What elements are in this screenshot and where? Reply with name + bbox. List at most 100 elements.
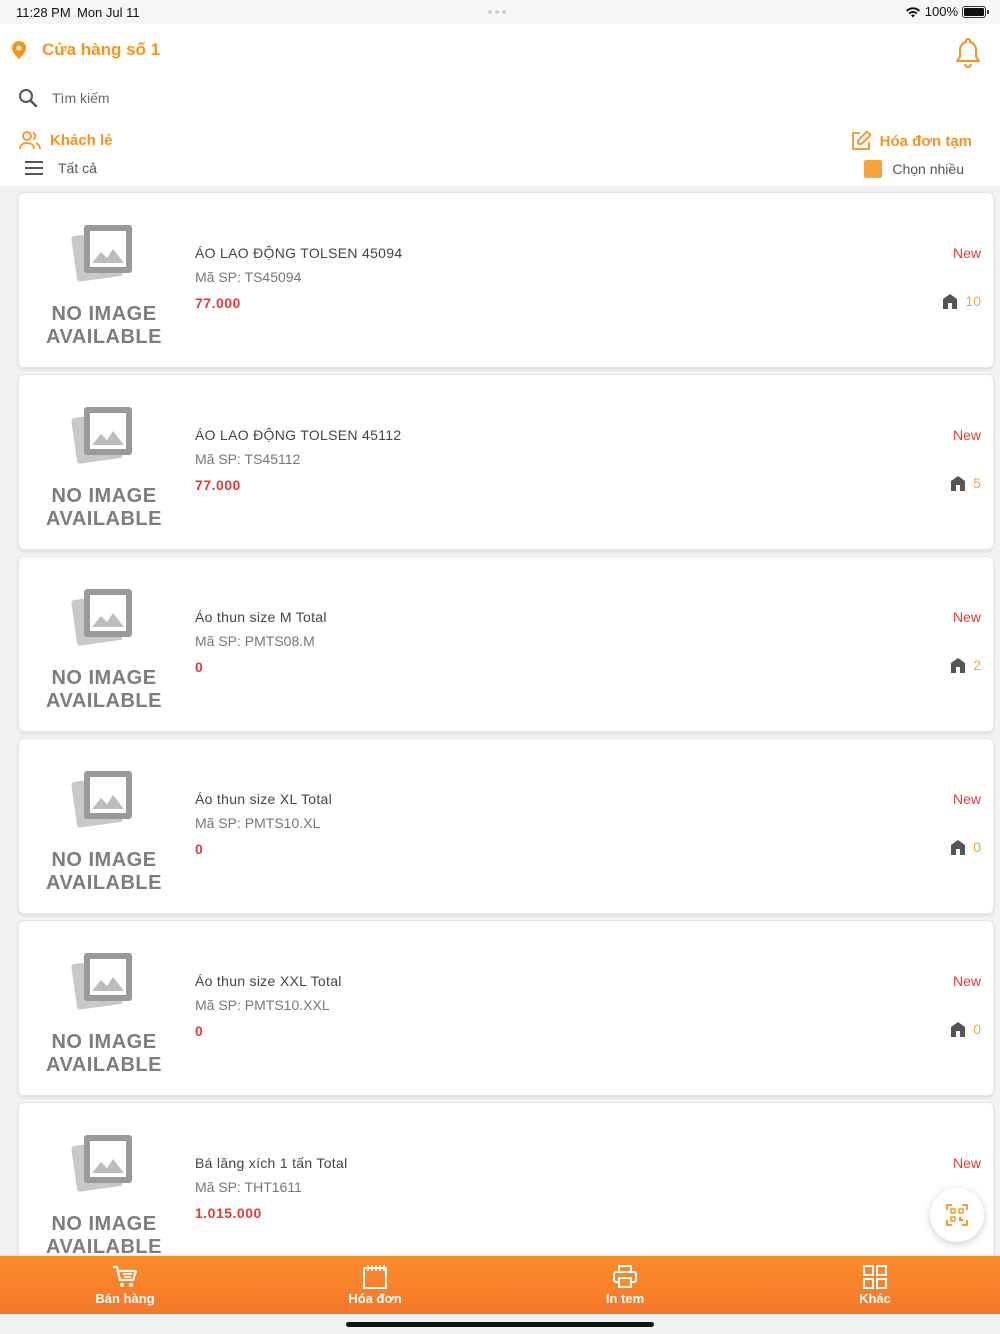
no-image-line-1: NO IMAGE: [51, 849, 157, 871]
no-image-line-2: AVAILABLE: [46, 1236, 162, 1256]
grid-icon: [863, 1264, 887, 1289]
temp-invoice-label: Hóa đơn tạm: [879, 132, 972, 150]
tab-label: Hóa đơn: [348, 1290, 402, 1306]
edit-icon: [851, 130, 872, 150]
users-icon: [19, 131, 41, 150]
product-price: 77.000: [195, 295, 241, 311]
stock-count: 2: [973, 657, 981, 673]
multi-select-label: Chọn nhiều: [892, 161, 964, 177]
no-image-line-2: AVAILABLE: [46, 326, 162, 348]
header: Cửa hàng số 1 Tìm kiếm Khách lẻ Hóa đơn …: [0, 24, 1000, 186]
no-image-line-1: NO IMAGE: [51, 303, 157, 325]
search-input[interactable]: Tìm kiếm: [52, 90, 110, 106]
new-badge: New: [952, 791, 981, 807]
product-name: Áo thun size XL Total: [195, 791, 333, 807]
product-name: ÁO LAO ĐỘNG TOLSEN 45094: [195, 245, 403, 261]
stock-count: 5: [973, 475, 981, 491]
stock-indicator: 0: [951, 839, 981, 855]
battery-icon: [962, 5, 989, 18]
tab-label: Bán hàng: [95, 1290, 155, 1306]
customer-label: Khách lẻ: [50, 131, 113, 149]
product-image-placeholder: NO IMAGE AVAILABLE: [41, 1129, 167, 1256]
image-placeholder-icon: [71, 407, 132, 464]
multi-select-checkbox[interactable]: [864, 160, 883, 178]
filter-selector[interactable]: Tất cả: [24, 160, 97, 176]
product-image-placeholder: NO IMAGE AVAILABLE: [41, 401, 167, 530]
product-name: Áo thun size M Total: [195, 609, 327, 625]
home-indicator[interactable]: [0, 1314, 1000, 1334]
tab-ban-hang[interactable]: Bán hàng: [0, 1256, 250, 1314]
filter-label: Tất cả: [58, 160, 97, 176]
no-image-line-2: AVAILABLE: [46, 872, 162, 894]
customer-selector[interactable]: Khách lẻ: [18, 130, 113, 150]
warehouse-icon: [951, 657, 966, 673]
new-badge: New: [952, 973, 981, 989]
tab-in-tem[interactable]: In tem: [500, 1256, 750, 1314]
tab-label: In tem: [605, 1290, 645, 1306]
product-price: 0: [195, 1023, 204, 1039]
wifi-icon: [905, 6, 920, 17]
search-bar[interactable]: Tìm kiếm: [18, 88, 110, 108]
stock-indicator: 5: [951, 475, 981, 491]
product-sku: Mã SP: PMTS08.M: [195, 633, 315, 649]
product-card[interactable]: NO IMAGE AVAILABLE Bá lăng xích 1 tấn Tot…: [18, 1102, 994, 1256]
product-card[interactable]: NO IMAGE AVAILABLE Áo thun size XL Total …: [18, 738, 994, 914]
qr-scan-button[interactable]: [930, 1188, 984, 1242]
notification-button[interactable]: [954, 36, 982, 73]
invoice-icon: [363, 1264, 387, 1289]
product-sku: Mã SP: TS45094: [195, 269, 302, 285]
product-card[interactable]: NO IMAGE AVAILABLE Áo thun size M Total M…: [18, 556, 994, 732]
product-name: ÁO LAO ĐỘNG TOLSEN 45112: [195, 427, 402, 443]
product-sku: Mã SP: THT1611: [195, 1179, 302, 1195]
warehouse-icon: [951, 839, 966, 855]
status-date: Mon Jul 11: [77, 5, 140, 20]
temp-invoice-button[interactable]: Hóa đơn tạm: [850, 130, 972, 152]
no-image-line-2: AVAILABLE: [46, 690, 162, 712]
image-placeholder-icon: [71, 771, 132, 828]
warehouse-icon: [943, 293, 958, 309]
status-bar: 11:28 PM Mon Jul 11 100%: [0, 0, 1000, 24]
no-image-line-1: NO IMAGE: [51, 485, 157, 507]
cart-icon: [113, 1265, 138, 1287]
no-image-line-2: AVAILABLE: [46, 1054, 162, 1076]
store-selector[interactable]: Cửa hàng số 1: [12, 40, 160, 60]
warehouse-icon: [951, 475, 966, 491]
no-image-line-1: NO IMAGE: [51, 1213, 157, 1235]
stock-indicator: 10: [943, 293, 981, 309]
no-image-line-2: AVAILABLE: [46, 508, 162, 530]
stock-indicator: 2: [951, 657, 981, 673]
multi-select-toggle[interactable]: Chọn nhiều: [864, 160, 964, 178]
menu-icon: [25, 161, 43, 175]
product-card[interactable]: NO IMAGE AVAILABLE Áo thun size XXL Total…: [18, 920, 994, 1096]
product-image-placeholder: NO IMAGE AVAILABLE: [41, 219, 167, 348]
new-badge: New: [952, 609, 981, 625]
stock-count: 10: [965, 293, 981, 309]
product-sku: Mã SP: TS45112: [195, 451, 301, 467]
no-image-line-1: NO IMAGE: [51, 1031, 157, 1053]
tab-hoa-don[interactable]: Hóa đơn: [250, 1256, 500, 1314]
no-image-line-1: NO IMAGE: [51, 667, 157, 689]
product-card[interactable]: NO IMAGE AVAILABLE ÁO LAO ĐỘNG TOLSEN 451…: [18, 374, 994, 550]
product-card[interactable]: NO IMAGE AVAILABLE ÁO LAO ĐỘNG TOLSEN 450…: [18, 192, 994, 368]
product-sku: Mã SP: PMTS10.XXL: [195, 997, 330, 1013]
product-price: 0: [195, 659, 204, 675]
product-image-placeholder: NO IMAGE AVAILABLE: [41, 583, 167, 712]
new-badge: New: [952, 245, 981, 261]
new-badge: New: [952, 1155, 981, 1171]
location-pin-icon: [12, 41, 26, 59]
stock-count: 0: [973, 1021, 981, 1037]
printer-icon: [613, 1264, 637, 1288]
image-placeholder-icon: [71, 589, 132, 646]
product-image-placeholder: NO IMAGE AVAILABLE: [41, 947, 167, 1076]
product-price: 0: [195, 841, 204, 857]
product-name: Bá lăng xích 1 tấn Total: [195, 1155, 348, 1171]
multitask-dots[interactable]: [488, 10, 506, 14]
image-placeholder-icon: [71, 953, 132, 1010]
product-list[interactable]: NO IMAGE AVAILABLE ÁO LAO ĐỘNG TOLSEN 450…: [0, 186, 1000, 1256]
tab-label: Khác: [859, 1290, 891, 1306]
product-price: 1.015.000: [195, 1205, 262, 1221]
image-placeholder-icon: [71, 225, 132, 282]
product-sku: Mã SP: PMTS10.XL: [195, 815, 321, 831]
tab-khac[interactable]: Khác: [750, 1256, 1000, 1314]
bottom-tab-bar: Bán hàng Hóa đơn In tem Khác: [0, 1256, 1000, 1314]
